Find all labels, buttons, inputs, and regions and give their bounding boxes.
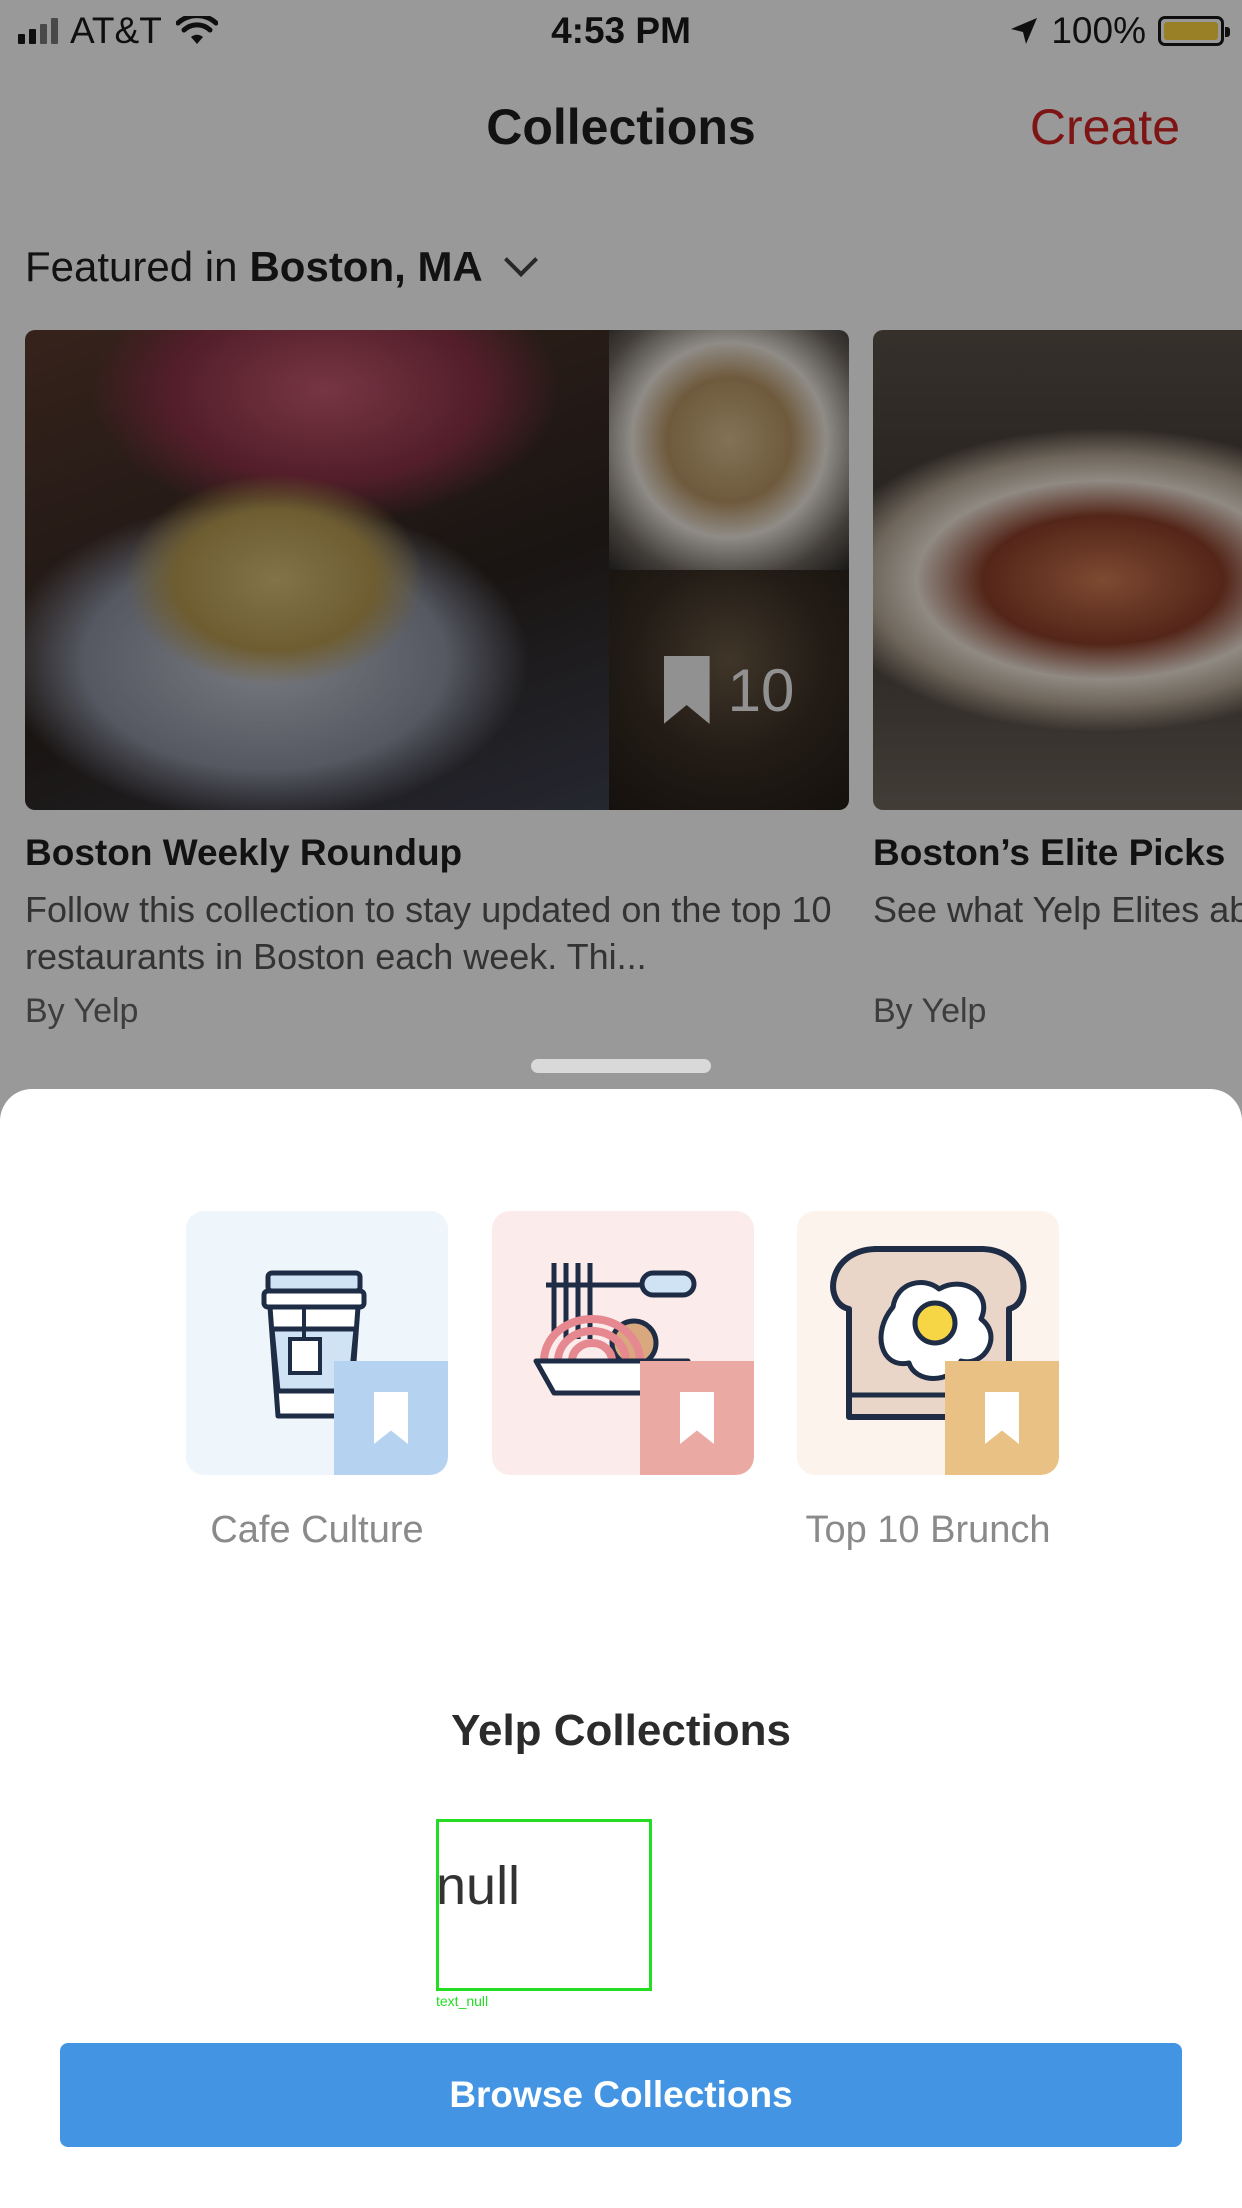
bookmark-badge (334, 1361, 448, 1475)
debug-caption: text_null (436, 1993, 489, 2009)
collection-tile-pasta[interactable] (492, 1211, 754, 1475)
tile-label: Top 10 Brunch (805, 1509, 1051, 1551)
bookmark-icon (680, 1392, 714, 1444)
bottom-sheet: Cafe Culture Top 10 Brunch Yelp Collecti… (0, 1089, 1242, 2208)
collections-screen: AT&T 4:53 PM 100% Collections Create Fea… (0, 0, 1242, 2208)
collection-tile-top-10-brunch[interactable] (797, 1211, 1059, 1475)
bookmark-icon (374, 1392, 408, 1444)
bookmark-badge (945, 1361, 1059, 1475)
collection-tile-cafe-culture[interactable] (186, 1211, 448, 1475)
placeholder-text: null (436, 1856, 521, 1916)
sheet-grabber-handle[interactable] (531, 1059, 711, 1073)
bookmark-badge (640, 1361, 754, 1475)
tile-label: Cafe Culture (210, 1509, 424, 1551)
browse-collections-button[interactable]: Browse Collections (60, 2043, 1182, 2147)
sheet-heading: Yelp Collections (451, 1706, 791, 1755)
bookmark-icon (985, 1392, 1019, 1444)
